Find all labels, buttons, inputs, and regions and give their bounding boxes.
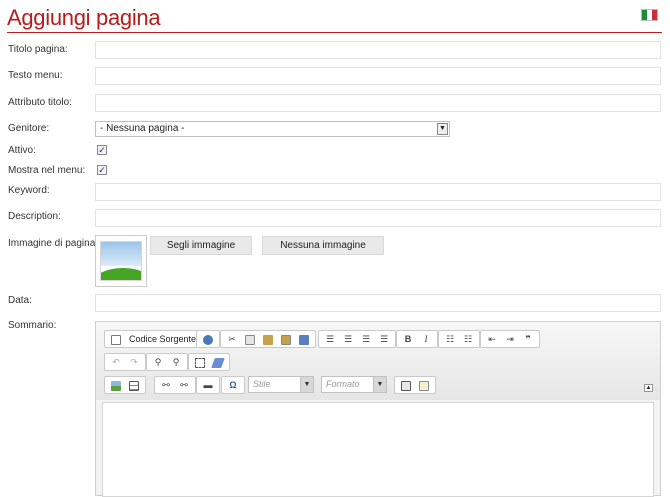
toolbar-group-blocks: ⇤ ⇥ ❞ [480,330,540,348]
format-combo-label: Formato [326,379,360,389]
outdent-icon[interactable]: ⇤ [484,332,500,346]
toolbar-group-preview [196,330,220,348]
editor-toolbar: Codice Sorgente ✂ ☰ ☰ ☰ ☰ B I ☷ ☷ ⇤ ⇥ ❞ … [96,322,660,400]
maximize-icon[interactable] [398,378,414,392]
page-title: Aggiungi pagina [7,5,161,30]
genitore-select[interactable]: - Nessuna pagina - ▼ [95,121,450,137]
italic-icon[interactable]: I [418,332,434,346]
replace-icon[interactable]: ⚲ [168,355,184,369]
show-blocks-icon[interactable] [416,378,432,392]
data-label: Data: [8,295,32,306]
toolbar-group-align: ☰ ☰ ☰ ☰ [318,330,396,348]
mostra-nel-menu-label: Mostra nel menu: [8,165,86,176]
image-placeholder-icon [100,241,142,281]
blockquote-icon[interactable]: ❞ [520,332,536,346]
remove-format-icon[interactable] [210,355,226,369]
sommario-label: Sommario: [8,320,57,331]
horizontal-rule-icon[interactable]: ▬ [200,378,216,392]
keyword-label: Keyword: [8,185,50,196]
attributo-titolo-input[interactable] [95,94,661,112]
copy-icon[interactable] [242,332,258,346]
toolbar-group-history: ↶ ↷ [104,353,146,371]
genitore-selected-value: - Nessuna pagina - [100,123,185,134]
titolo-pagina-input[interactable] [95,41,661,59]
italian-flag-icon[interactable] [641,9,658,21]
paste-word-icon[interactable] [296,332,312,346]
testo-menu-input[interactable] [95,67,661,85]
redo-icon[interactable]: ↷ [126,355,142,369]
testo-menu-label: Testo menu: [8,70,63,81]
style-combo[interactable]: Stile ▼ [248,376,314,393]
page-header: Aggiungi pagina [0,0,670,34]
toolbar-group-special: Ω [221,376,245,394]
titolo-pagina-label: Titolo pagina: [8,44,68,55]
align-center-icon[interactable]: ☰ [340,332,356,346]
data-input[interactable] [95,294,661,312]
rich-text-editor: Codice Sorgente ✂ ☰ ☰ ☰ ☰ B I ☷ ☷ ⇤ ⇥ ❞ … [95,321,661,497]
immagine-label: Immagine di pagina: [8,238,99,249]
chevron-down-icon[interactable]: ▼ [437,123,448,135]
choose-image-button[interactable]: Segli immagine [150,236,252,255]
toolbar-group-clipboard: ✂ [220,330,316,348]
attivo-label: Attivo: [8,145,36,156]
style-combo-label: Stile [253,379,271,389]
chevron-down-icon[interactable]: ▼ [373,377,386,392]
toolbar-group-rule: ▬ [196,376,220,394]
justify-icon[interactable]: ☰ [376,332,392,346]
no-image-button[interactable]: Nessuna immagine [262,236,384,255]
mostra-nel-menu-checkbox[interactable]: ✓ [97,165,107,175]
page-image-preview[interactable] [95,235,147,287]
select-all-icon[interactable] [192,355,208,369]
bulleted-list-icon[interactable]: ☷ [460,332,476,346]
toolbar-group-document: Codice Sorgente [104,330,204,348]
source-icon[interactable] [108,332,124,346]
table-icon[interactable] [126,378,142,392]
toolbar-group-lists: ☷ ☷ [438,330,480,348]
align-right-icon[interactable]: ☰ [358,332,374,346]
numbered-list-icon[interactable]: ☷ [442,332,458,346]
source-code-button[interactable]: Codice Sorgente [126,332,199,346]
link-icon[interactable]: ⚯ [158,378,174,392]
description-input[interactable] [95,209,661,227]
paste-icon[interactable] [260,332,276,346]
attributo-titolo-label: Attributo titolo: [8,97,72,108]
undo-icon[interactable]: ↶ [108,355,124,369]
toolbar-group-find: ⚲ ⚲ [146,353,188,371]
chevron-down-icon[interactable]: ▼ [300,377,313,392]
bold-icon[interactable]: B [400,332,416,346]
toolbar-group-insert [104,376,146,394]
toolbar-group-text-style: B I [396,330,438,348]
editor-content-area[interactable] [102,402,654,497]
title-divider [7,32,662,33]
cut-icon[interactable]: ✂ [224,332,240,346]
find-icon[interactable]: ⚲ [150,355,166,369]
paste-text-icon[interactable] [278,332,294,346]
description-label: Description: [8,211,61,222]
format-combo[interactable]: Formato ▼ [321,376,387,393]
unlink-icon[interactable]: ⚯ [176,378,192,392]
align-left-icon[interactable]: ☰ [322,332,338,346]
attivo-checkbox[interactable]: ✓ [97,145,107,155]
genitore-label: Genitore: [8,123,50,134]
image-icon[interactable] [108,378,124,392]
toolbar-group-selection [188,353,230,371]
toolbar-group-tools [394,376,436,394]
toolbar-group-links: ⚯ ⚯ [154,376,196,394]
indent-icon[interactable]: ⇥ [502,332,518,346]
collapse-toolbar-icon[interactable]: ▲ [644,384,653,392]
keyword-input[interactable] [95,183,661,201]
special-char-icon[interactable]: Ω [225,378,241,392]
preview-icon[interactable] [200,332,216,346]
